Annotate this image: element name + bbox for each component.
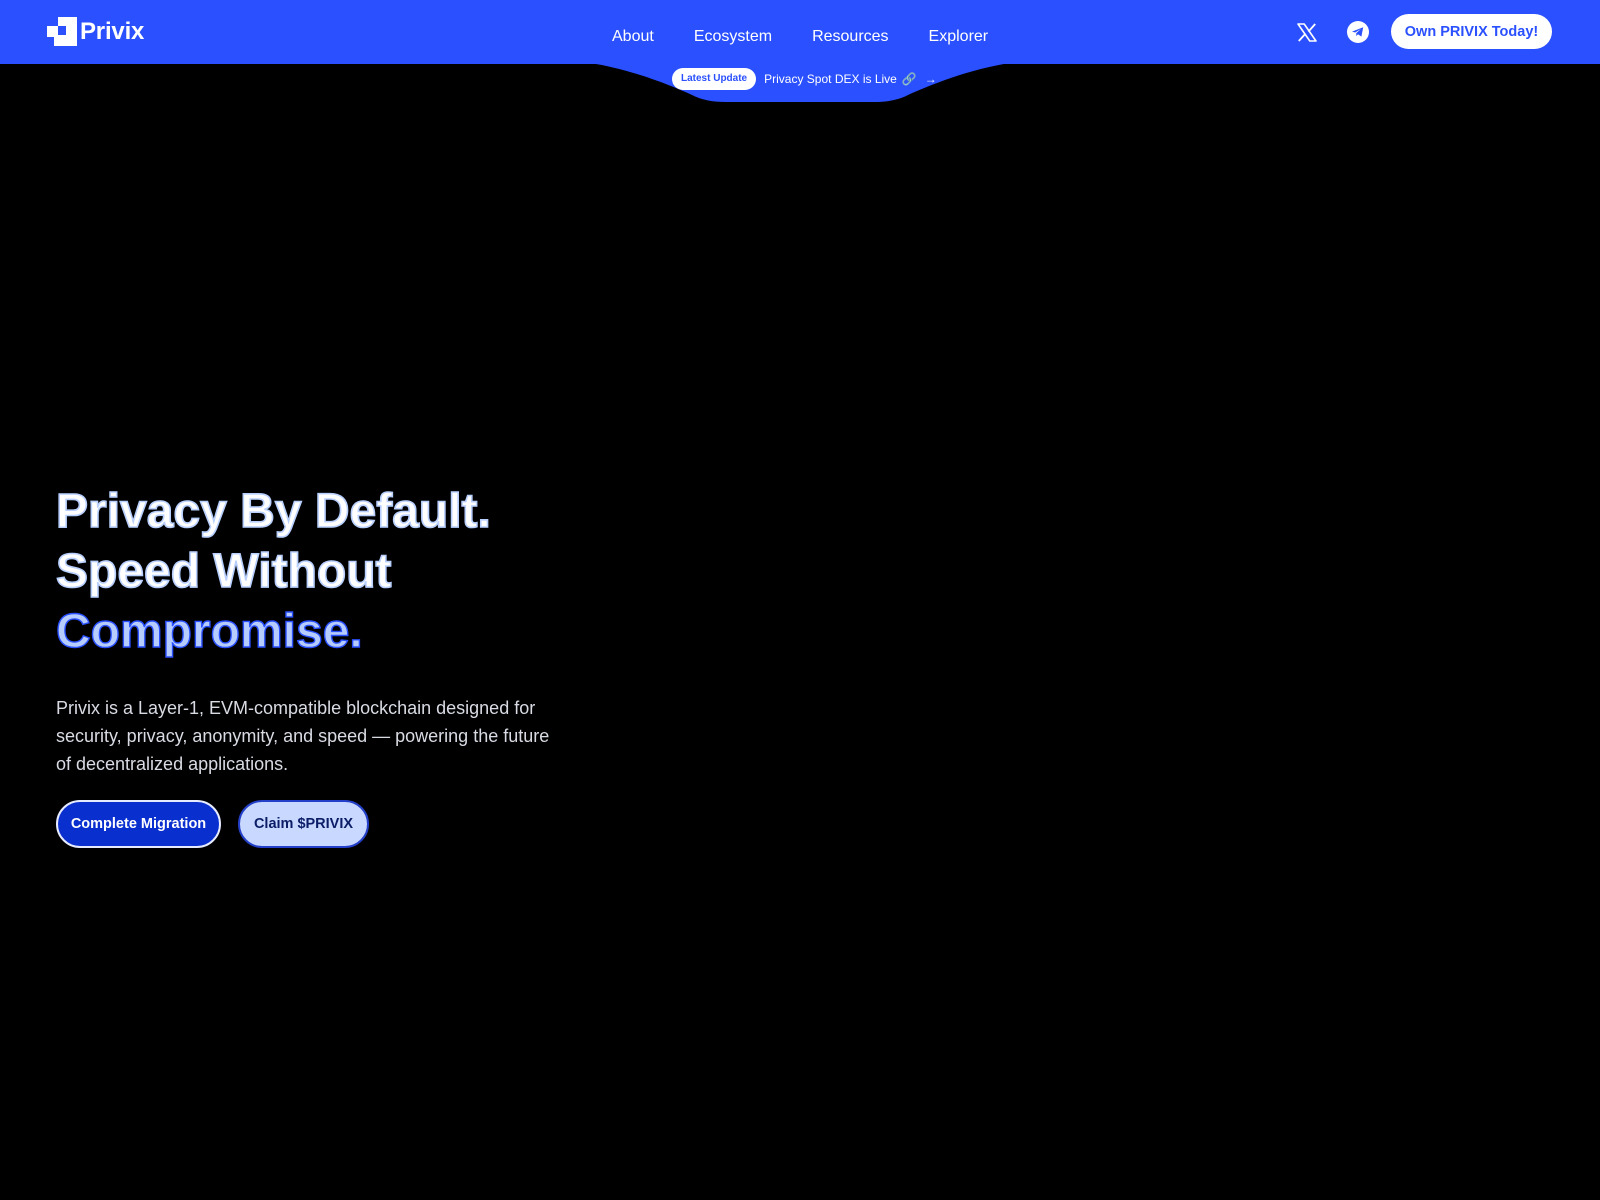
brand-name: Privix: [80, 17, 145, 45]
hero-title: Privacy By Default. Speed Without Compro…: [55, 482, 616, 662]
main-nav: About Ecosystem Resources Explorer: [612, 28, 988, 46]
nav-link-about[interactable]: About: [612, 28, 654, 46]
hero-section: Privacy By Default. Speed Without Compro…: [55, 482, 616, 778]
latest-update-text[interactable]: Privacy Spot DEX is Live: [764, 72, 897, 86]
top-navbar: Privix About Ecosystem Resources Explore…: [0, 0, 1600, 64]
privix-logo-icon: [47, 17, 77, 46]
latest-update-badge: Latest Update: [672, 68, 757, 90]
hero-title-line-1: Privacy By Default.: [55, 484, 491, 539]
nav-link-resources[interactable]: Resources: [812, 28, 888, 46]
brand-logo[interactable]: Privix: [47, 17, 144, 46]
hero-title-accent: Compromise.: [55, 604, 363, 658]
claim-privix-button[interactable]: Claim $PRIVIX: [238, 800, 369, 848]
complete-migration-button[interactable]: Complete Migration: [56, 800, 221, 848]
hero-title-line-2: Speed Without: [55, 544, 392, 599]
link-icon: 🔗: [901, 72, 917, 86]
x-twitter-icon[interactable]: [1294, 19, 1320, 45]
nav-link-explorer[interactable]: Explorer: [929, 28, 989, 46]
latest-update-banner[interactable]: Latest Update Privacy Spot DEX is Live 🔗…: [672, 68, 937, 90]
hero-buttons: Complete Migration Claim $PRIVIX: [56, 800, 369, 848]
hero-description: Privix is a Layer-1, EVM-compatible bloc…: [56, 698, 550, 774]
arrow-right-icon: →: [924, 72, 937, 86]
nav-link-ecosystem[interactable]: Ecosystem: [694, 28, 772, 46]
own-privix-button[interactable]: Own PRIVIX Today!: [1391, 14, 1552, 49]
telegram-icon[interactable]: [1345, 19, 1371, 45]
